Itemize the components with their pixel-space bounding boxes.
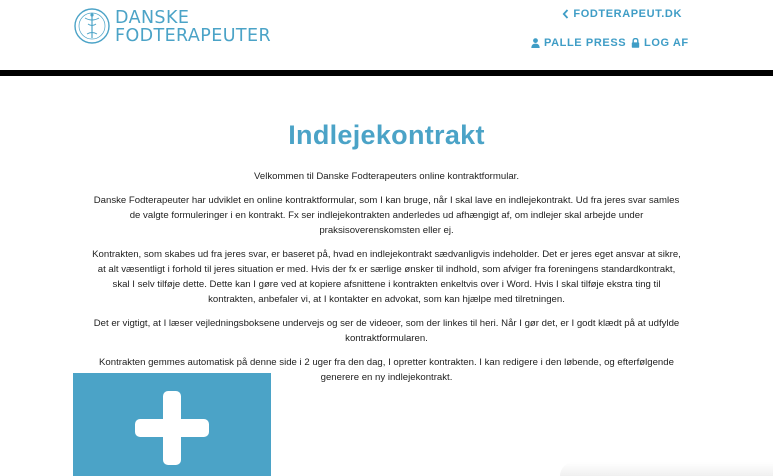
intro-text: Velkommen til Danske Fodterapeuters onli… [88, 169, 685, 394]
logout-label: LOG AF [644, 37, 689, 49]
user-name-label: PALLE PRESS [544, 37, 627, 49]
create-contract-card[interactable] [73, 373, 271, 476]
plus-icon [135, 391, 209, 465]
user-icon [531, 38, 540, 48]
page-title: Indlejekontrakt [288, 120, 485, 150]
logo-seal-icon [74, 8, 110, 44]
user-profile-link[interactable]: PALLE PRESS [531, 37, 626, 49]
back-to-site-link[interactable]: FODTERAPEUT.DK [562, 8, 682, 20]
intro-paragraph: Danske Fodterapeuter har udviklet en onl… [93, 195, 680, 236]
site-header: DANSKE FODTERAPEUTER FODTERAPEUT.DK PALL… [0, 0, 773, 76]
intro-paragraph: Velkommen til Danske Fodterapeuters onli… [253, 171, 520, 182]
card-shadow [560, 462, 773, 476]
logout-link[interactable]: LOG AF [631, 37, 689, 49]
logo-line-1: DANSKE [115, 8, 190, 28]
logo-line-2: FODTERAPEUTER [115, 26, 272, 46]
logo[interactable]: DANSKE FODTERAPEUTER [73, 3, 271, 51]
logo-wordmark: DANSKE FODTERAPEUTER [115, 9, 271, 45]
back-to-site-label: FODTERAPEUT.DK [573, 8, 682, 20]
intro-paragraph: Kontrakten, som skabes ud fra jeres svar… [92, 249, 681, 305]
intro-paragraph: Det er vigtigt, at I læser vejledningsbo… [93, 318, 680, 344]
chevron-left-icon [562, 9, 569, 19]
lock-icon [631, 38, 640, 48]
